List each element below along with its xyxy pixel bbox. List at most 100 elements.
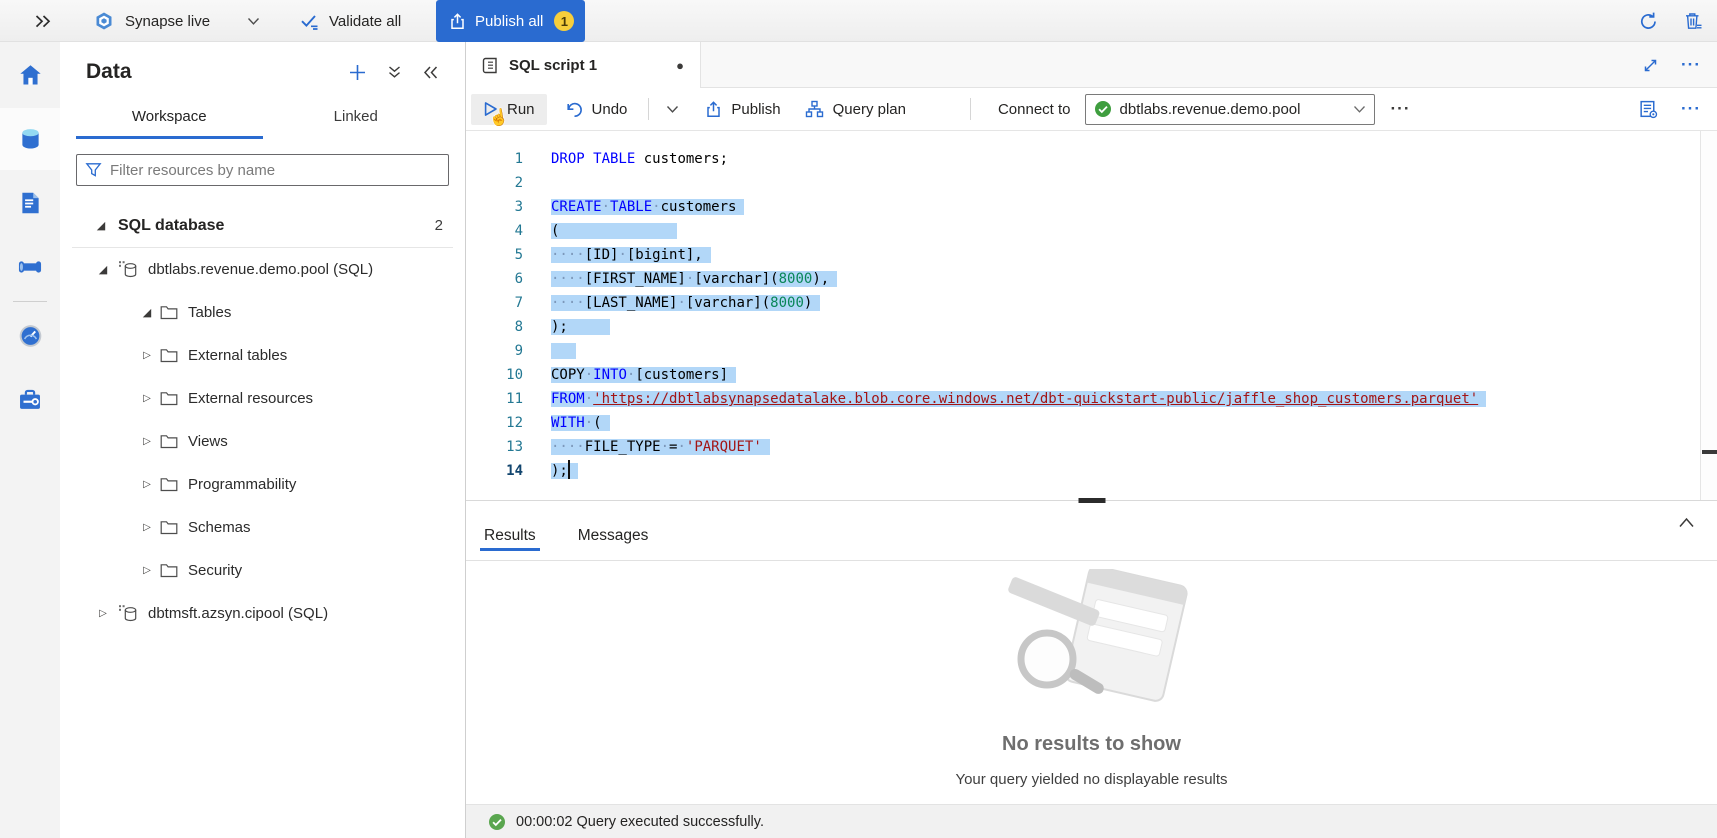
script-toolbar: Run Undo Publish [466, 88, 1717, 131]
rail-item-develop[interactable] [0, 172, 60, 234]
folder-label: Security [188, 562, 242, 579]
collapse-twisty-icon[interactable]: ◢ [140, 306, 154, 319]
script-properties-button[interactable] [1638, 99, 1659, 120]
tree-item-views[interactable]: ▷ Views [60, 420, 465, 463]
code-line [551, 339, 1717, 363]
tree-item-tables[interactable]: ◢Tables [60, 291, 465, 334]
filter-resources-input[interactable] [110, 162, 440, 179]
expand-twisty-icon[interactable]: ▷ [140, 436, 154, 447]
unsaved-changes-dot: ● [676, 58, 684, 73]
editor-scrollbar[interactable] [1700, 131, 1717, 500]
undo-button[interactable]: Undo [553, 94, 640, 125]
line-number: 9 [466, 339, 523, 363]
publish-upload-icon [705, 101, 722, 118]
success-check-icon [488, 813, 506, 831]
tab-results[interactable]: Results [480, 527, 540, 560]
expand-twisty-icon[interactable]: ▷ [140, 350, 154, 361]
collapse-twisty-icon[interactable]: ◢ [94, 219, 108, 232]
top-command-bar: Synapse live Validate all Publish all 1 [0, 0, 1717, 42]
plus-icon [348, 63, 367, 82]
query-plan-button[interactable]: Query plan [793, 93, 918, 125]
rail-item-monitor[interactable] [0, 305, 60, 367]
selection-highlight: ····[ID]·[bigint], [551, 247, 711, 263]
expand-twisty-icon[interactable]: ▷ [140, 565, 154, 576]
line-number: 6 [466, 267, 523, 291]
expand-twisty-icon[interactable]: ▷ [96, 608, 110, 619]
tree-item-pool-dbtmsft[interactable]: ▷ dbtmsft.azsyn.cipool (SQL) [60, 592, 465, 635]
tab-linked[interactable]: Linked [263, 100, 450, 139]
selection-highlight: CREATE·TABLE·customers [551, 199, 744, 215]
rail-item-home[interactable] [0, 44, 60, 106]
develop-document-icon [17, 190, 44, 216]
left-nav-rail [0, 42, 60, 838]
collapse-results-button[interactable] [1678, 515, 1695, 532]
selection-highlight: WITH·( [551, 415, 610, 431]
expand-diagonal-icon [1642, 57, 1659, 74]
expand-twisty-icon[interactable]: ▷ [140, 522, 154, 533]
line-number: 11 [466, 387, 523, 411]
query-status-text: 00:00:02 Query executed successfully. [516, 814, 764, 830]
no-results-title: No results to show [1002, 733, 1181, 756]
tree-item-external-resources[interactable]: ▷External resources [60, 377, 465, 420]
synapse-logo-icon [94, 11, 114, 31]
line-number: 10 [466, 363, 523, 387]
expand-menu-button[interactable] [34, 0, 51, 42]
tree-item-external-tables[interactable]: ▷External tables [60, 334, 465, 377]
tree-item-pool-dbtlabs[interactable]: ◢ dbtlabs.revenue.demo.pool (SQL) [60, 248, 465, 291]
home-icon [17, 62, 44, 88]
collapse-twisty-icon[interactable]: ◢ [96, 263, 110, 276]
tree-item-schemas[interactable]: ▷Schemas [60, 506, 465, 549]
tree-item-security[interactable]: ▷ Security [60, 549, 465, 592]
folder-label: Views [188, 433, 228, 450]
publish-all-button[interactable]: Publish all 1 [436, 0, 585, 42]
tab-sql-script-1[interactable]: SQL script 1 ● [466, 42, 701, 88]
expand-editor-button[interactable] [1642, 57, 1659, 74]
database-count: 2 [435, 217, 465, 234]
expand-twisty-icon[interactable]: ▷ [140, 479, 154, 490]
code-line: ····[LAST_NAME]·[varchar](8000) [551, 291, 1717, 315]
editor-more-actions-button[interactable]: ··· [1681, 99, 1701, 119]
selection-highlight: ····FILE_TYPE·=·'PARQUET' [551, 439, 770, 455]
results-tab-strip: Results Messages [466, 501, 1717, 561]
collapse-all-button[interactable] [387, 65, 402, 80]
publish-button[interactable]: Publish [693, 94, 792, 125]
pool-folders: ◢Tables▷External tables▷External resourc… [60, 291, 465, 592]
tree-item-sql-database[interactable]: ◢ SQL database 2 [60, 204, 465, 247]
code-line: WITH·( [551, 411, 1717, 435]
tab-messages[interactable]: Messages [574, 527, 653, 560]
refresh-button[interactable] [1638, 0, 1659, 42]
add-resource-button[interactable] [348, 63, 367, 82]
line-number-gutter: 1234567891011121314 [466, 131, 523, 500]
undo-redo-dropdown-button[interactable] [658, 98, 687, 121]
collapse-panel-button[interactable] [422, 65, 439, 80]
tab-more-actions-button[interactable]: ··· [1681, 55, 1701, 75]
code-line: COPY·INTO·[customers] [551, 363, 1717, 387]
folder-icon [160, 477, 178, 492]
code-line: ); [551, 315, 1717, 339]
connect-to-pool-select[interactable]: dbtlabs.revenue.demo.pool [1085, 94, 1375, 125]
synapse-live-dropdown[interactable]: Synapse live [94, 0, 260, 42]
validate-all-button[interactable]: Validate all [300, 0, 401, 42]
code-text-area[interactable]: DROP TABLE customers;CREATE·TABLE·custom… [523, 131, 1717, 500]
chevron-down-icon [666, 105, 679, 114]
expand-twisty-icon[interactable]: ▷ [140, 393, 154, 404]
results-resize-handle[interactable] [1078, 498, 1105, 503]
rail-item-manage[interactable] [0, 369, 60, 431]
line-number: 2 [466, 171, 523, 195]
line-number: 7 [466, 291, 523, 315]
validate-check-icon [300, 13, 320, 30]
rail-item-integrate[interactable] [0, 236, 60, 298]
pool-label: dbtmsft.azsyn.cipool (SQL) [148, 605, 328, 622]
discard-all-button[interactable] [1684, 0, 1703, 42]
rail-item-data[interactable] [0, 108, 60, 170]
code-line: ····[FIRST_NAME]·[varchar](8000), [551, 267, 1717, 291]
pool-label: dbtlabs.revenue.demo.pool (SQL) [148, 261, 373, 278]
mode-label: Synapse live [125, 13, 210, 30]
tab-workspace[interactable]: Workspace [76, 100, 263, 139]
line-number: 14 [466, 459, 523, 483]
code-line: FROM·'https://dbtlabsynapsedatalake.blob… [551, 387, 1717, 411]
tree-item-programmability[interactable]: ▷Programmability [60, 463, 465, 506]
scrollbar-thumb[interactable] [1702, 450, 1717, 454]
double-chevron-left-icon [422, 65, 439, 80]
toolbar-more-actions-button[interactable]: ··· [1391, 99, 1411, 119]
